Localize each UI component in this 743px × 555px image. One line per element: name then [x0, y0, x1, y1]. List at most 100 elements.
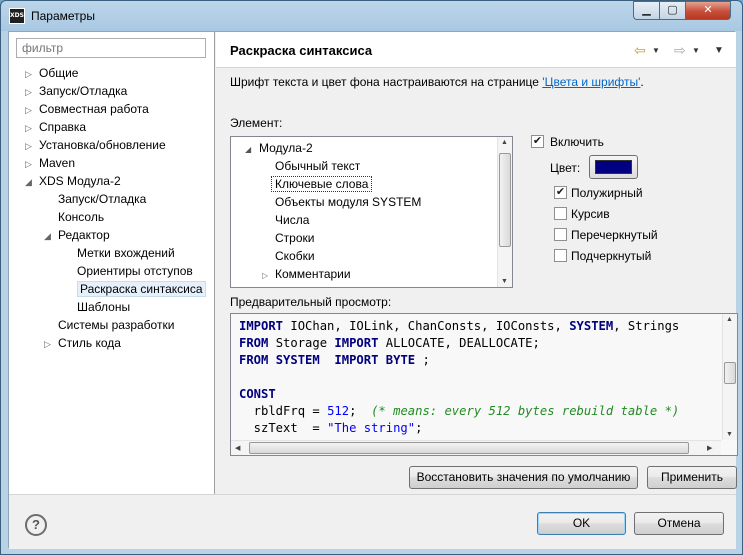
element-item-label: Комментарии: [275, 267, 351, 281]
element-item[interactable]: Прагмы компилятора: [275, 283, 394, 287]
tree-item[interactable]: ▷ Совместная работа: [25, 100, 149, 118]
bold-checkbox[interactable]: ✔: [554, 186, 567, 199]
element-item-label: Прагмы компилятора: [275, 285, 394, 287]
scroll-right-icon[interactable]: ▶: [707, 444, 712, 452]
element-item[interactable]: Строки: [275, 229, 314, 247]
element-item[interactable]: Обычный текст: [275, 157, 360, 175]
code-token: szText =: [239, 421, 328, 435]
element-list-scrollbar[interactable]: ▲ ▼: [497, 137, 512, 287]
collapse-arrow-icon[interactable]: ◢: [44, 227, 58, 245]
back-dropdown-icon[interactable]: ▼: [652, 46, 660, 55]
dialog-client: ▷Общие▷Запуск/Отладка▷Совместная работа▷…: [8, 31, 738, 549]
tree-item[interactable]: ▷ Установка/обновление: [25, 136, 166, 154]
enable-checkbox[interactable]: ✔: [531, 135, 544, 148]
tree-item-label: Общие: [39, 66, 79, 80]
tree-item-label: Совместная работа: [39, 102, 149, 116]
description-text: Шрифт текста и цвет фона настраиваются н…: [230, 75, 543, 89]
element-item-label: Строки: [275, 231, 315, 245]
element-item[interactable]: Объекты модуля SYSTEM: [275, 193, 421, 211]
forward-arrow-icon[interactable]: ⇨: [674, 42, 686, 59]
tree-item[interactable]: Ориентиры отступов: [63, 262, 193, 280]
tree-item-label: Установка/обновление: [39, 138, 166, 152]
tree-item-label: Системы разработки: [58, 318, 175, 332]
ok-button[interactable]: OK: [537, 512, 626, 535]
expand-arrow-icon[interactable]: ▷: [25, 155, 39, 173]
scroll-down-icon[interactable]: ▼: [501, 278, 508, 285]
element-item[interactable]: ▷ Комментарии: [262, 265, 351, 283]
tree-item[interactable]: ◢ XDS Модула-2: [25, 172, 121, 190]
code-token: SYSTEM: [275, 353, 320, 367]
italic-checkbox[interactable]: [554, 207, 567, 220]
scroll-down-icon[interactable]: ▼: [726, 431, 733, 438]
expand-arrow-icon[interactable]: ▷: [25, 65, 39, 83]
tree-item[interactable]: Раскраска синтаксиса: [63, 280, 206, 298]
enable-label: Включить: [550, 135, 604, 149]
back-arrow-icon[interactable]: ⇦: [634, 42, 646, 59]
scroll-left-icon[interactable]: ◀: [235, 444, 240, 452]
expand-arrow-icon[interactable]: ▷: [25, 101, 39, 119]
tree-item[interactable]: ▷ Общие: [25, 64, 78, 82]
description: Шрифт текста и цвет фона настраиваются н…: [230, 75, 644, 89]
tree-item[interactable]: ▷ Справка: [25, 118, 86, 136]
element-item[interactable]: Ключевые слова: [271, 175, 373, 193]
code-token: FROM: [239, 336, 269, 350]
tree-item[interactable]: ▷ Maven: [25, 154, 75, 172]
forward-dropdown-icon[interactable]: ▼: [692, 46, 700, 55]
preview-vscrollbar[interactable]: ▲ ▼: [722, 314, 737, 440]
tree-item-label: XDS Модула-2: [39, 174, 121, 188]
settings-page: Раскраска синтаксиса ⇦ ▼ ⇨ ▼ ▼ Шрифт тек…: [216, 32, 738, 494]
tree-item-label: Запуск/Отладка: [58, 192, 147, 206]
code-token: CONST: [239, 387, 276, 401]
code-line: szText = "The string";: [239, 420, 423, 437]
tree-item[interactable]: Метки вхождений: [63, 244, 175, 262]
expand-arrow-icon[interactable]: ◢: [245, 141, 259, 159]
page-title: Раскраска синтаксиса: [230, 43, 373, 58]
maximize-button[interactable]: ▢: [659, 1, 686, 20]
filter-input[interactable]: [16, 38, 206, 58]
expand-arrow-icon[interactable]: ▷: [25, 83, 39, 101]
code-token: ;: [349, 404, 372, 418]
collapse-arrow-icon[interactable]: ◢: [25, 173, 39, 191]
apply-button[interactable]: Применить: [647, 466, 737, 489]
colors-fonts-link[interactable]: 'Цвета и шрифты': [542, 75, 640, 89]
tree-item[interactable]: Системы разработки: [44, 316, 174, 334]
strikethrough-checkbox[interactable]: [554, 228, 567, 241]
element-item-label: Числа: [275, 213, 310, 227]
expand-arrow-icon[interactable]: ▷: [25, 119, 39, 137]
expand-arrow-icon[interactable]: ▷: [25, 137, 39, 155]
preview-scroll-thumb[interactable]: [724, 362, 736, 384]
preview-editor[interactable]: IMPORT IOChan, IOLink, ChanConsts, IOCon…: [230, 313, 738, 456]
underline-label: Подчеркнутый: [571, 249, 652, 263]
minimize-button[interactable]: ▁: [633, 1, 660, 20]
code-token: BYTE: [385, 353, 416, 367]
tree-item-label: Maven: [39, 156, 76, 170]
tree-item[interactable]: ▷ Запуск/Отладка: [25, 82, 127, 100]
restore-defaults-button[interactable]: Восстановить значения по умолчанию: [409, 466, 638, 489]
tree-item[interactable]: ◢ Редактор: [44, 226, 110, 244]
element-tree[interactable]: ◢ Модула-2 Обычный текст Ключевые слова Объ…: [230, 136, 513, 288]
element-item-label: Ключевые слова: [271, 176, 373, 192]
tree-item[interactable]: Шаблоны: [63, 298, 130, 316]
element-item[interactable]: Числа: [275, 211, 309, 229]
element-list-scroll-thumb[interactable]: [499, 153, 511, 247]
view-menu-icon[interactable]: ▼: [714, 45, 724, 56]
underline-checkbox[interactable]: [554, 249, 567, 262]
tree-item[interactable]: Консоль: [44, 208, 104, 226]
expand-arrow-icon[interactable]: ▷: [44, 335, 58, 353]
cancel-button[interactable]: Отмена: [634, 512, 724, 535]
close-button[interactable]: ✕: [685, 1, 731, 20]
color-swatch: [595, 160, 632, 174]
code-token: Storage: [268, 336, 335, 350]
scroll-up-icon[interactable]: ▲: [501, 139, 508, 146]
tree-item[interactable]: ▷ Стиль кода: [44, 334, 121, 352]
scroll-up-icon[interactable]: ▲: [726, 316, 733, 323]
element-item[interactable]: Скобки: [275, 247, 315, 265]
preview-hscroll-thumb[interactable]: [249, 442, 689, 454]
color-picker-button[interactable]: [589, 155, 638, 179]
tree-item[interactable]: Запуск/Отладка: [44, 190, 146, 208]
element-root[interactable]: ◢ Модула-2: [245, 139, 313, 157]
preview-hscrollbar[interactable]: ◀ ▶: [231, 440, 721, 455]
help-icon[interactable]: ?: [25, 514, 47, 536]
expand-arrow-icon[interactable]: ▷: [262, 267, 275, 285]
strikethrough-label: Перечеркнутый: [571, 228, 658, 242]
